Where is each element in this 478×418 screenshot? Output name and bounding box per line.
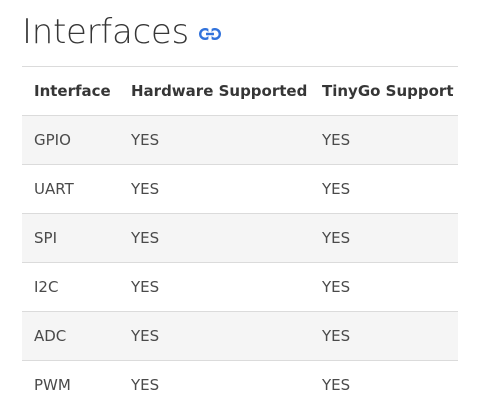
table-row: I2C YES YES <box>22 262 458 312</box>
cell-interface: UART <box>22 164 119 214</box>
cell-tinygo-support: YES <box>310 115 458 165</box>
page-title: Interfaces <box>22 12 189 52</box>
cell-hardware-supported: YES <box>119 115 310 165</box>
interfaces-table: Interface Hardware Supported TinyGo Supp… <box>22 66 458 409</box>
cell-hardware-supported: YES <box>119 262 310 312</box>
cell-tinygo-support: YES <box>310 164 458 214</box>
cell-hardware-supported: YES <box>119 213 310 263</box>
link-icon <box>198 28 221 40</box>
cell-tinygo-support: YES <box>310 311 458 361</box>
cell-interface: GPIO <box>22 115 119 165</box>
column-header-tinygo-support: TinyGo Support <box>322 82 454 100</box>
cell-interface: ADC <box>22 311 119 361</box>
cell-tinygo-support: YES <box>310 213 458 263</box>
cell-tinygo-support: YES <box>310 262 458 312</box>
cell-hardware-supported: YES <box>119 360 310 409</box>
column-header-interface: Interface <box>34 82 111 100</box>
table-row: SPI YES YES <box>22 213 458 263</box>
cell-interface: SPI <box>22 213 119 263</box>
cell-hardware-supported: YES <box>119 311 310 361</box>
table-row: GPIO YES YES <box>22 115 458 165</box>
cell-tinygo-support: YES <box>310 360 458 409</box>
cell-hardware-supported: YES <box>119 164 310 214</box>
column-header-hardware-supported: Hardware Supported <box>131 82 308 100</box>
cell-interface: I2C <box>22 262 119 312</box>
table-row: UART YES YES <box>22 164 458 214</box>
heading-anchor-link[interactable] <box>198 28 221 40</box>
cell-interface: PWM <box>22 360 119 409</box>
section-heading: Interfaces <box>22 8 221 56</box>
table-row: PWM YES YES <box>22 360 458 409</box>
table-row: ADC YES YES <box>22 311 458 361</box>
table-header-row: Interface Hardware Supported TinyGo Supp… <box>22 67 458 116</box>
